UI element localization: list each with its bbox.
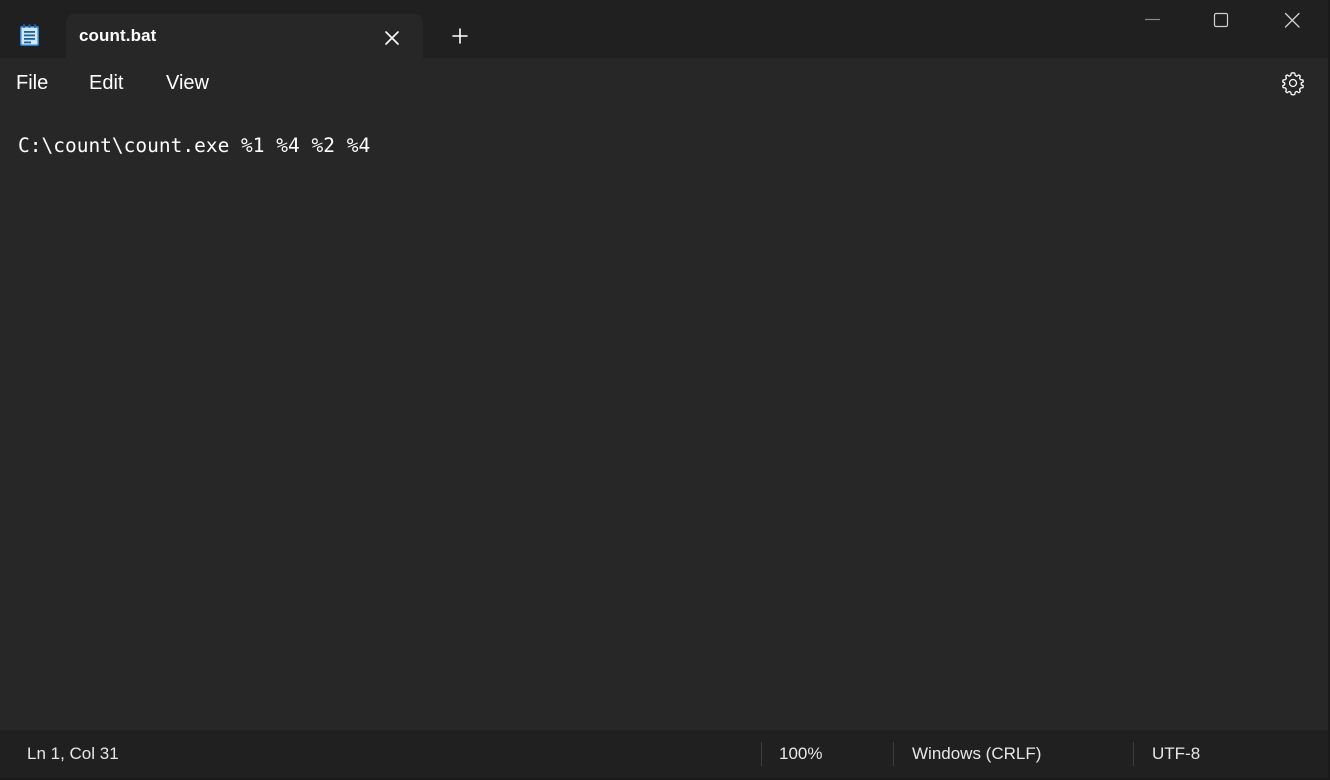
gear-icon[interactable] (1280, 70, 1306, 96)
title-bar[interactable]: count.bat (0, 0, 1328, 58)
maximize-icon (1213, 12, 1229, 28)
maximize-button[interactable] (1186, 0, 1256, 40)
minimize-icon (1145, 18, 1160, 21)
close-icon (1284, 12, 1300, 28)
tab-title: count.bat (79, 26, 157, 45)
encoding[interactable]: UTF-8 (1152, 744, 1200, 764)
zoom-level[interactable]: 100% (779, 744, 822, 764)
status-bar: Ln 1, Col 31 100% Windows (CRLF) UTF-8 (0, 730, 1328, 778)
notepad-window: count.bat File Edit View C:\count\count.… (0, 0, 1330, 780)
status-divider (893, 742, 894, 766)
close-window-button[interactable] (1257, 0, 1327, 40)
notepad-icon (19, 23, 40, 47)
plus-icon[interactable] (448, 24, 472, 48)
text-editor[interactable]: C:\count\count.exe %1 %4 %2 %4 (0, 108, 1328, 730)
status-divider (761, 742, 762, 766)
menu-bar: File Edit View (0, 58, 1328, 109)
menu-edit[interactable]: Edit (89, 72, 123, 95)
minimize-button[interactable] (1117, 0, 1187, 40)
tab-count-bat[interactable]: count.bat (66, 14, 423, 58)
close-icon[interactable] (380, 26, 404, 50)
editor-content[interactable]: C:\count\count.exe %1 %4 %2 %4 (18, 134, 370, 157)
cursor-position: Ln 1, Col 31 (27, 744, 119, 763)
line-ending[interactable]: Windows (CRLF) (912, 744, 1041, 764)
menu-file[interactable]: File (16, 72, 48, 95)
menu-view[interactable]: View (166, 72, 209, 95)
status-divider (1133, 742, 1134, 766)
